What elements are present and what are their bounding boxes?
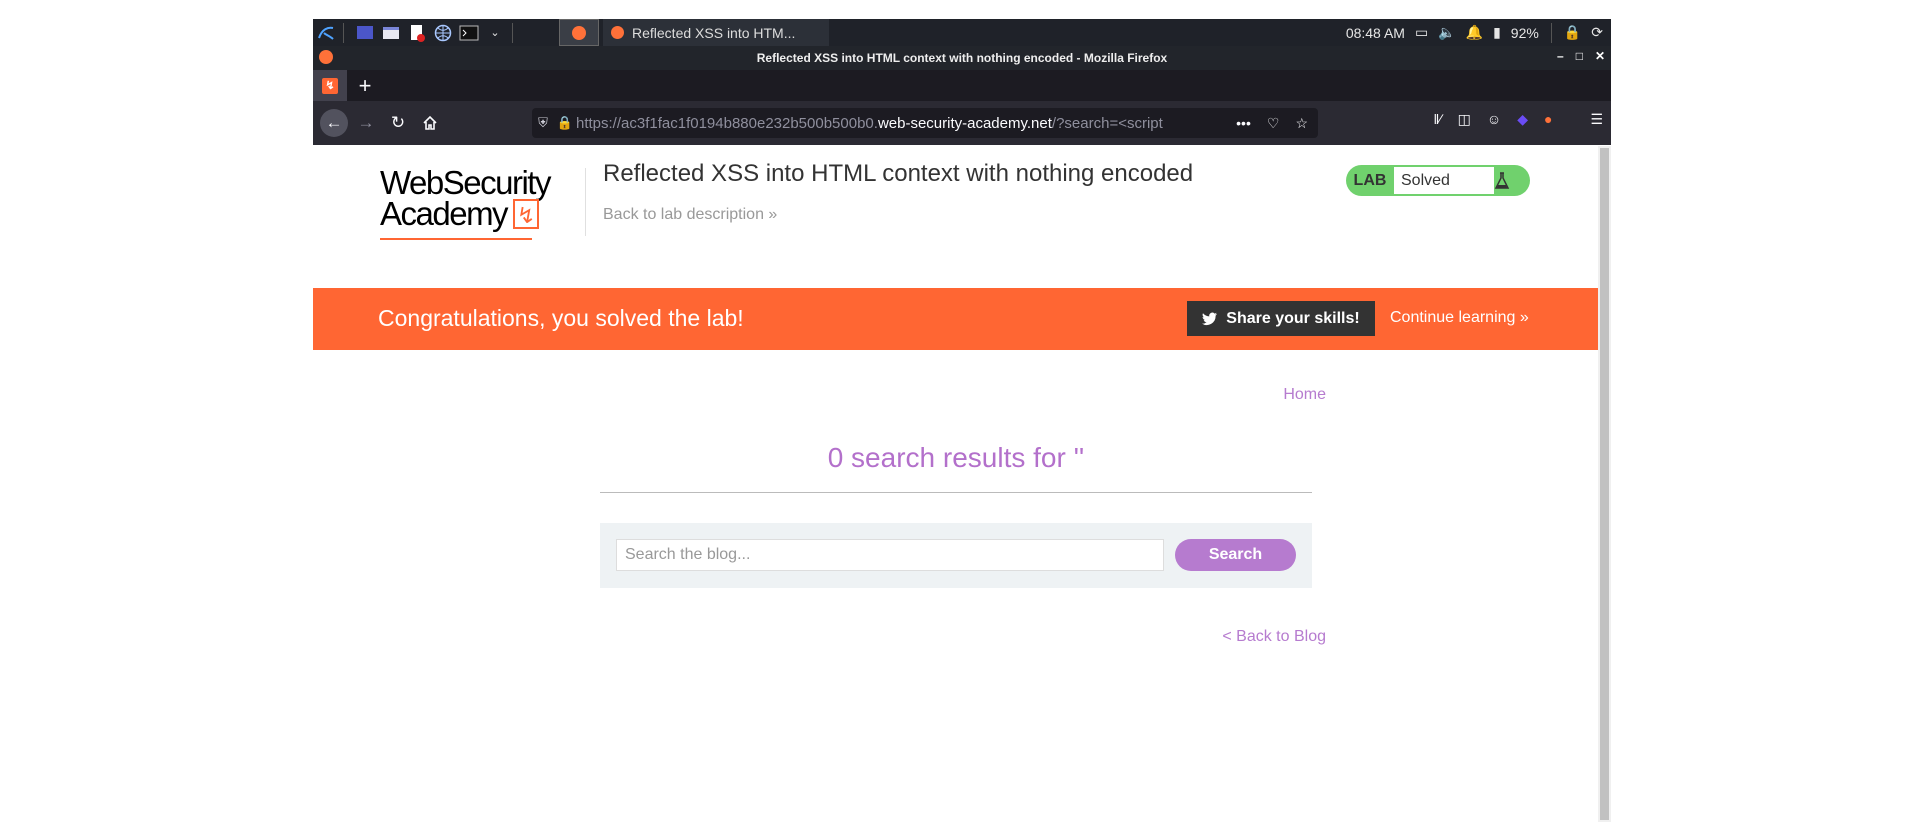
taskbar: ⌄ Reflected XSS into HTM... 08:48 AM ▭ 🔈… [313,19,1611,46]
notification-bell-icon[interactable]: 🔔 [1466,24,1483,41]
power-icon[interactable]: ⟳ [1591,24,1603,41]
clock[interactable]: 08:48 AM [1346,25,1405,41]
url-bar-actions: ••• ♡ ☆ [1236,115,1318,132]
logo-line-2: Academy [380,194,509,232]
page-actions-icon[interactable]: ••• [1236,115,1251,132]
library-icon[interactable]: ‖∕ [1434,111,1442,128]
window-controls: – □ ✕ [1557,49,1605,63]
share-skills-button[interactable]: Share your skills! [1187,301,1375,336]
taskbar-separator [343,22,344,43]
lock-icon[interactable]: 🔒 [554,115,576,131]
logo-underline [380,238,532,240]
bookmark-star-icon[interactable]: ☆ [1295,115,1308,132]
search-form: Search the blog... Search [600,523,1312,588]
lab-title: Reflected XSS into HTML context with not… [603,160,1194,187]
pocket-icon[interactable]: ♡ [1267,115,1280,132]
kali-menu-icon[interactable] [315,22,337,44]
home-link[interactable]: Home [1271,386,1326,404]
lab-status-text: Solved [1394,167,1494,194]
search-button[interactable]: Search [1175,539,1296,571]
toolbar-spacer [1568,111,1574,128]
taskbar-separator [512,22,513,43]
window-title: Reflected XSS into HTML context with not… [756,51,1168,65]
reload-button[interactable]: ↻ [384,109,412,137]
close-icon[interactable]: ✕ [1595,49,1605,63]
tab-active[interactable]: ↯ [313,70,347,101]
lab-status-badge: LAB Solved [1346,165,1530,196]
workspace-firefox-button[interactable] [559,19,599,46]
page-scrollbar[interactable] [1598,146,1611,822]
search-results-heading: 0 search results for '' [827,442,1085,473]
shield-icon[interactable]: ⛨ [532,115,554,131]
volume-icon[interactable]: 🔈 [1438,24,1455,41]
flask-icon [1494,171,1528,190]
share-skills-label: Share your skills! [1226,309,1360,327]
minimize-icon[interactable]: – [1557,49,1564,63]
sidebar-icon[interactable]: ◫ [1458,111,1471,128]
navigation-toolbar: ← → ↻ ⛨ 🔒 https://ac3f1fac1f0194b880e232… [313,101,1611,145]
battery-icon: ▮ [1493,24,1501,40]
lock-icon[interactable]: 🔒 [1564,24,1581,41]
twitter-icon [1202,312,1218,326]
tab-strip: ↯ + [313,70,1611,101]
url-prefix: https://ac3f1fac1f0194b880e232b500b500b0… [576,114,878,132]
solved-banner: Congratulations, you solved the lab! Sha… [313,288,1598,350]
account-icon[interactable]: ☺ [1487,111,1501,128]
taskbar-window-button[interactable]: Reflected XSS into HTM... [603,19,829,46]
congratulations-message: Congratulations, you solved the lab! [378,305,744,331]
system-tray: 08:48 AM ▭ 🔈 🔔 ▮ 92% 🔒 ⟳ [1346,22,1611,43]
web-security-academy-logo[interactable]: WebSecurity Academy ↯ [380,166,551,232]
hamburger-menu-icon[interactable]: ☰ [1590,111,1603,128]
firefox-icon [611,26,624,39]
maximize-icon[interactable]: □ [1576,49,1583,63]
back-to-lab-description-link[interactable]: Back to lab description » [603,206,777,224]
battery-level: 92% [1510,24,1539,41]
terminal-icon[interactable] [458,22,480,44]
taskbar-window-label: Reflected XSS into HTM... [632,24,796,41]
home-button[interactable] [416,109,444,137]
chevron-down-icon[interactable]: ⌄ [484,22,506,44]
firefox-icon [572,25,586,40]
extension-purple-icon[interactable]: ◆ [1517,111,1528,128]
window-titlebar: Reflected XSS into HTML context with not… [313,46,1611,70]
firefox-icon [319,50,333,64]
scrollbar-thumb[interactable] [1600,148,1609,820]
taskbar-separator [1550,22,1552,43]
extension-fox-icon[interactable]: ● [1544,111,1552,128]
desktop-screen: ⌄ Reflected XSS into HTM... 08:48 AM ▭ 🔈… [313,19,1611,822]
url-text[interactable]: https://ac3f1fac1f0194b880e232b500b500b0… [576,115,1216,132]
continue-learning-link[interactable]: Continue learning » [1390,309,1529,327]
back-button[interactable]: ← [320,109,348,137]
back-to-blog-link[interactable]: < Back to Blog [1200,628,1326,646]
browser-globe-icon[interactable] [432,22,454,44]
url-bar[interactable]: ⛨ 🔒 https://ac3f1fac1f0194b880e232b500b5… [532,108,1318,138]
toolbar-right: ‖∕ ◫ ☺ ◆ ● ☰ [1434,111,1603,128]
logo-line-2-row: Academy ↯ [380,194,550,232]
url-suffix: /?search=<script [1051,114,1163,132]
url-domain: web-security-academy.net [877,114,1052,132]
web-page: WebSecurity Academy ↯ Reflected XSS into … [313,146,1598,822]
new-tab-button[interactable]: + [351,72,379,100]
file-manager-icon[interactable] [380,22,402,44]
results-divider [600,492,1312,493]
text-editor-icon[interactable] [406,22,428,44]
desktop-icon[interactable] [354,22,376,44]
search-input[interactable]: Search the blog... [616,539,1164,571]
lab-tag: LAB [1353,171,1387,189]
forward-button[interactable]: → [352,109,380,137]
logo-bolt-icon: ↯ [513,199,540,230]
display-icon[interactable]: ▭ [1415,24,1428,41]
header-divider [585,168,586,236]
lab-favicon-icon: ↯ [322,77,338,94]
